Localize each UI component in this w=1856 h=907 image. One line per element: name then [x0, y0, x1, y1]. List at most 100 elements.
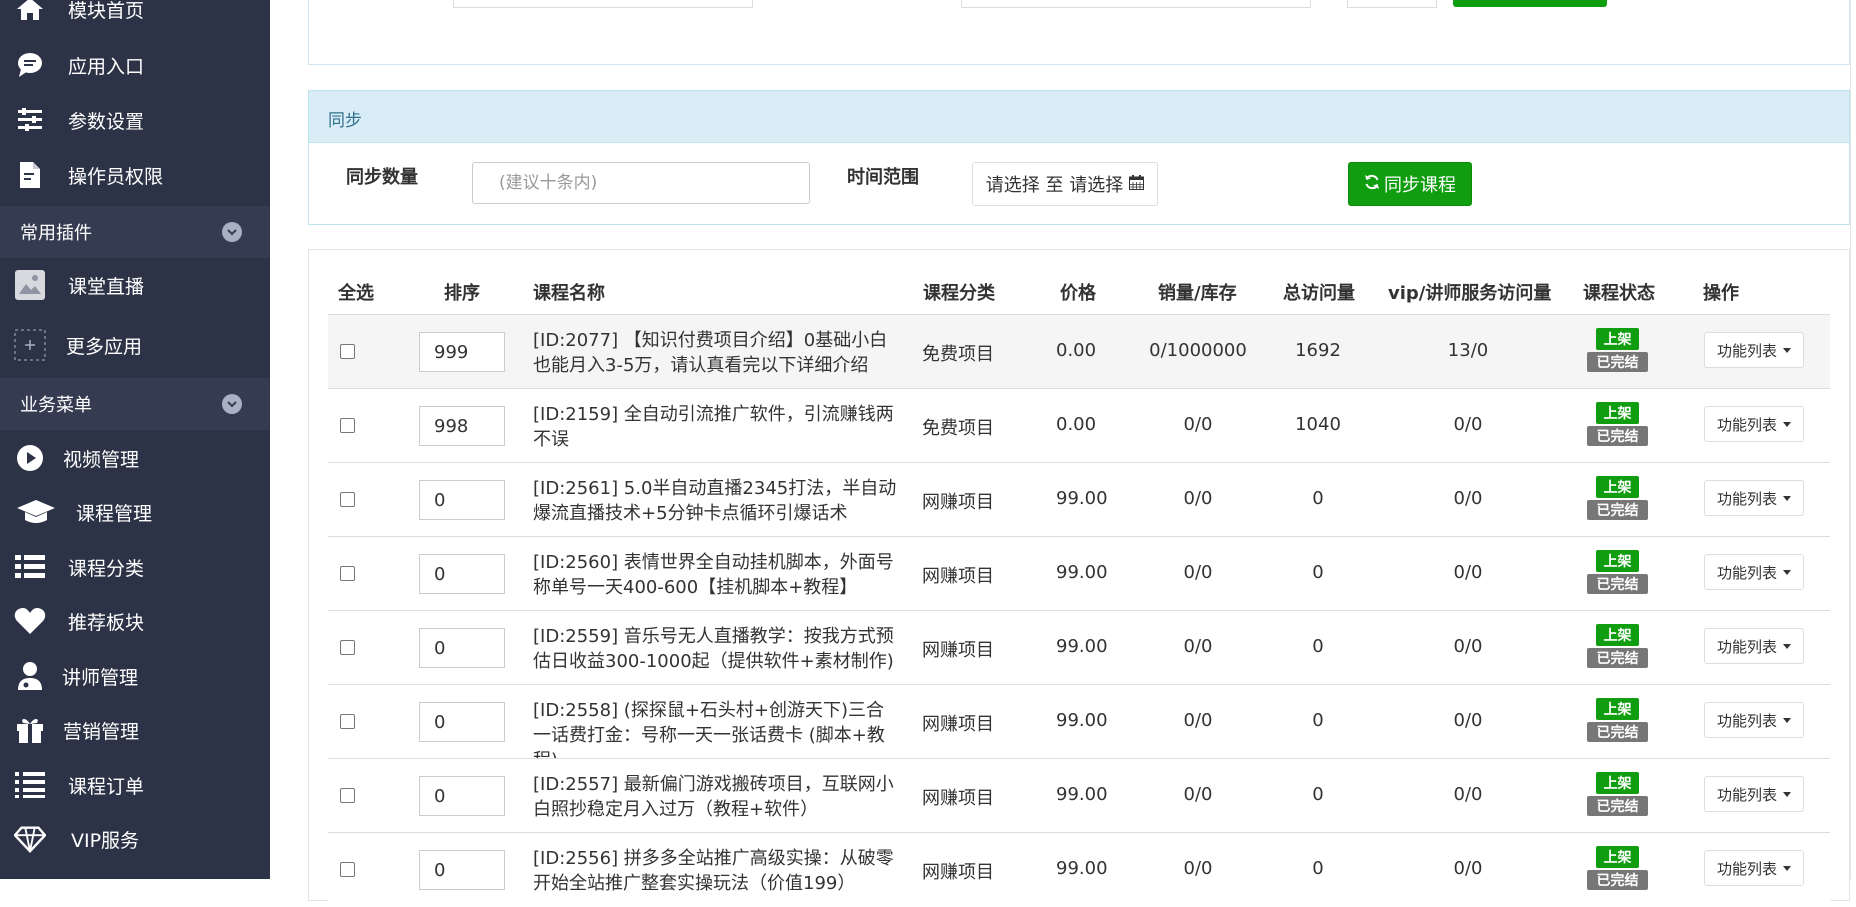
- status-completed-badge: 已完结: [1587, 500, 1648, 520]
- sync-count-input[interactable]: [472, 162, 810, 204]
- course-name: [ID:2556] 拼多多全站推广高级实操：从破零开始全站推广整套实操玩法（价值…: [533, 848, 894, 894]
- sort-order-input[interactable]: [419, 850, 505, 890]
- sidebar-item-video-management[interactable]: 视频管理: [0, 431, 270, 485]
- sort-order-input[interactable]: [419, 776, 505, 816]
- function-list-dropdown[interactable]: 功能列表: [1704, 776, 1804, 812]
- header-sort: 排序: [444, 283, 480, 304]
- function-list-label: 功能列表: [1716, 637, 1777, 656]
- sidebar-item-app-entry[interactable]: 应用入口: [0, 38, 270, 92]
- chevron-down-icon: [222, 394, 242, 414]
- header-price: 价格: [1060, 283, 1096, 304]
- sidebar-section-plugins[interactable]: 常用插件: [0, 206, 270, 258]
- status-completed-badge: 已完结: [1587, 722, 1648, 742]
- status-on-shelf-badge[interactable]: 上架: [1596, 624, 1639, 646]
- cell-category: 网赚项目: [922, 566, 994, 587]
- chat-bubble-icon: [14, 49, 46, 81]
- row-checkbox[interactable]: [340, 566, 355, 581]
- cell-visits: 1692: [1295, 340, 1341, 361]
- sidebar-item-label: 课堂直播: [68, 275, 145, 298]
- time-range-value: 请选择 至 请选择: [985, 175, 1124, 196]
- sidebar-section-business[interactable]: 业务菜单: [0, 378, 270, 430]
- sidebar-item-label: 视频管理: [63, 448, 140, 471]
- function-list-dropdown[interactable]: 功能列表: [1704, 554, 1804, 590]
- row-checkbox[interactable]: [340, 788, 355, 803]
- function-list-dropdown[interactable]: 功能列表: [1704, 702, 1804, 738]
- sort-order-input[interactable]: [419, 406, 505, 446]
- sidebar-item-recommended-blocks[interactable]: 推荐板块: [0, 594, 270, 648]
- function-list-dropdown[interactable]: 功能列表: [1704, 628, 1804, 664]
- row-checkbox[interactable]: [340, 492, 355, 507]
- sidebar-item-operator-permissions[interactable]: 操作员权限: [0, 148, 270, 202]
- table-row: [ID:2558] (探探鼠+石头村+创游天下)三合一话费打金：号称一天一张话费…: [328, 684, 1830, 771]
- filter-search-button[interactable]: [1453, 0, 1607, 7]
- header-status: 课程状态: [1583, 283, 1655, 304]
- function-list-dropdown[interactable]: 功能列表: [1704, 480, 1804, 516]
- caret-down-icon: [1783, 495, 1791, 501]
- sync-course-label: 同步课程: [1384, 175, 1456, 196]
- sidebar-item-module-home[interactable]: 模块首页: [0, 0, 270, 36]
- function-list-label: 功能列表: [1716, 785, 1777, 804]
- sync-panel-header: 同步: [309, 91, 1849, 143]
- sidebar-item-course-management[interactable]: 课程管理: [0, 485, 270, 539]
- header-vip-visits: vip/讲师服务访问量: [1388, 283, 1552, 304]
- cell-vip: 0/0: [1453, 710, 1483, 731]
- caret-down-icon: [1783, 791, 1791, 797]
- sidebar-item-lecturer-management[interactable]: 讲师管理: [0, 649, 270, 703]
- chevron-down-icon: [222, 222, 242, 242]
- page-scrollbar[interactable]: [1850, 0, 1851, 879]
- sidebar: 模块首页 应用入口 参数设置 操作员权限 常用插件 课堂直播 更多应用 业务菜单…: [0, 0, 270, 879]
- sync-course-button[interactable]: 同步课程: [1348, 162, 1472, 206]
- graduation-cap-icon: [14, 496, 58, 528]
- list-ol-icon: [14, 769, 46, 801]
- sidebar-item-vip-service[interactable]: VIP服务: [0, 812, 270, 866]
- sidebar-item-marketing-management[interactable]: 营销管理: [0, 703, 270, 757]
- function-list-dropdown[interactable]: 功能列表: [1704, 406, 1804, 442]
- sort-order-input[interactable]: [419, 702, 505, 742]
- cell-sales: 0/0: [1183, 414, 1213, 435]
- header-select-all[interactable]: 全选: [338, 279, 374, 305]
- row-checkbox[interactable]: [340, 344, 355, 359]
- status-on-shelf-badge[interactable]: 上架: [1596, 402, 1639, 424]
- row-checkbox[interactable]: [340, 640, 355, 655]
- status-on-shelf-badge[interactable]: 上架: [1596, 698, 1639, 720]
- cell-price: 99.00: [1056, 858, 1108, 879]
- cell-sales: 0/0: [1183, 710, 1213, 731]
- cell-price: 0.00: [1056, 414, 1097, 435]
- sidebar-item-settings[interactable]: 参数设置: [0, 93, 270, 147]
- filter-small-input-fragment[interactable]: [1347, 0, 1437, 8]
- status-on-shelf-badge[interactable]: 上架: [1596, 772, 1639, 794]
- filter-input-fragment[interactable]: [453, 0, 753, 8]
- function-list-dropdown[interactable]: 功能列表: [1704, 850, 1804, 886]
- sidebar-item-label: VIP服务: [71, 829, 140, 852]
- time-range-picker[interactable]: 请选择 至 请选择: [972, 162, 1158, 206]
- cell-vip: 0/0: [1453, 636, 1483, 657]
- time-range-label: 时间范围: [847, 167, 919, 188]
- filter-panel: [308, 0, 1850, 65]
- sidebar-item-course-category[interactable]: 课程分类: [0, 540, 270, 594]
- function-list-dropdown[interactable]: 功能列表: [1704, 332, 1804, 368]
- row-checkbox[interactable]: [340, 862, 355, 877]
- sidebar-item-label: 营销管理: [63, 720, 140, 743]
- cell-visits: 0: [1312, 710, 1324, 731]
- status-on-shelf-badge[interactable]: 上架: [1596, 550, 1639, 572]
- sync-panel-title: 同步: [328, 111, 362, 131]
- sort-order-input[interactable]: [419, 480, 505, 520]
- status-on-shelf-badge[interactable]: 上架: [1596, 846, 1639, 868]
- sort-order-input[interactable]: [419, 628, 505, 668]
- row-checkbox[interactable]: [340, 714, 355, 729]
- list-icon: [14, 551, 46, 583]
- sidebar-item-course-orders[interactable]: 课程订单: [0, 758, 270, 812]
- status-completed-badge: 已完结: [1587, 574, 1648, 594]
- filter-select-fragment[interactable]: [961, 0, 1311, 8]
- cell-vip: 0/0: [1453, 414, 1483, 435]
- sort-order-input[interactable]: [419, 332, 505, 372]
- caret-down-icon: [1783, 717, 1791, 723]
- sync-panel: 同步 同步数量 时间范围 请选择 至 请选择 同步课程: [308, 90, 1850, 225]
- row-checkbox[interactable]: [340, 418, 355, 433]
- status-on-shelf-badge[interactable]: 上架: [1596, 476, 1639, 498]
- status-on-shelf-badge[interactable]: 上架: [1596, 328, 1639, 350]
- table-row: [ID:2561] 5.0半自动直播2345打法，半自动爆流直播技术+5分钟卡点…: [328, 462, 1830, 537]
- sidebar-item-more-apps[interactable]: 更多应用: [0, 318, 270, 372]
- sidebar-item-live-class[interactable]: 课堂直播: [0, 258, 270, 312]
- sort-order-input[interactable]: [419, 554, 505, 594]
